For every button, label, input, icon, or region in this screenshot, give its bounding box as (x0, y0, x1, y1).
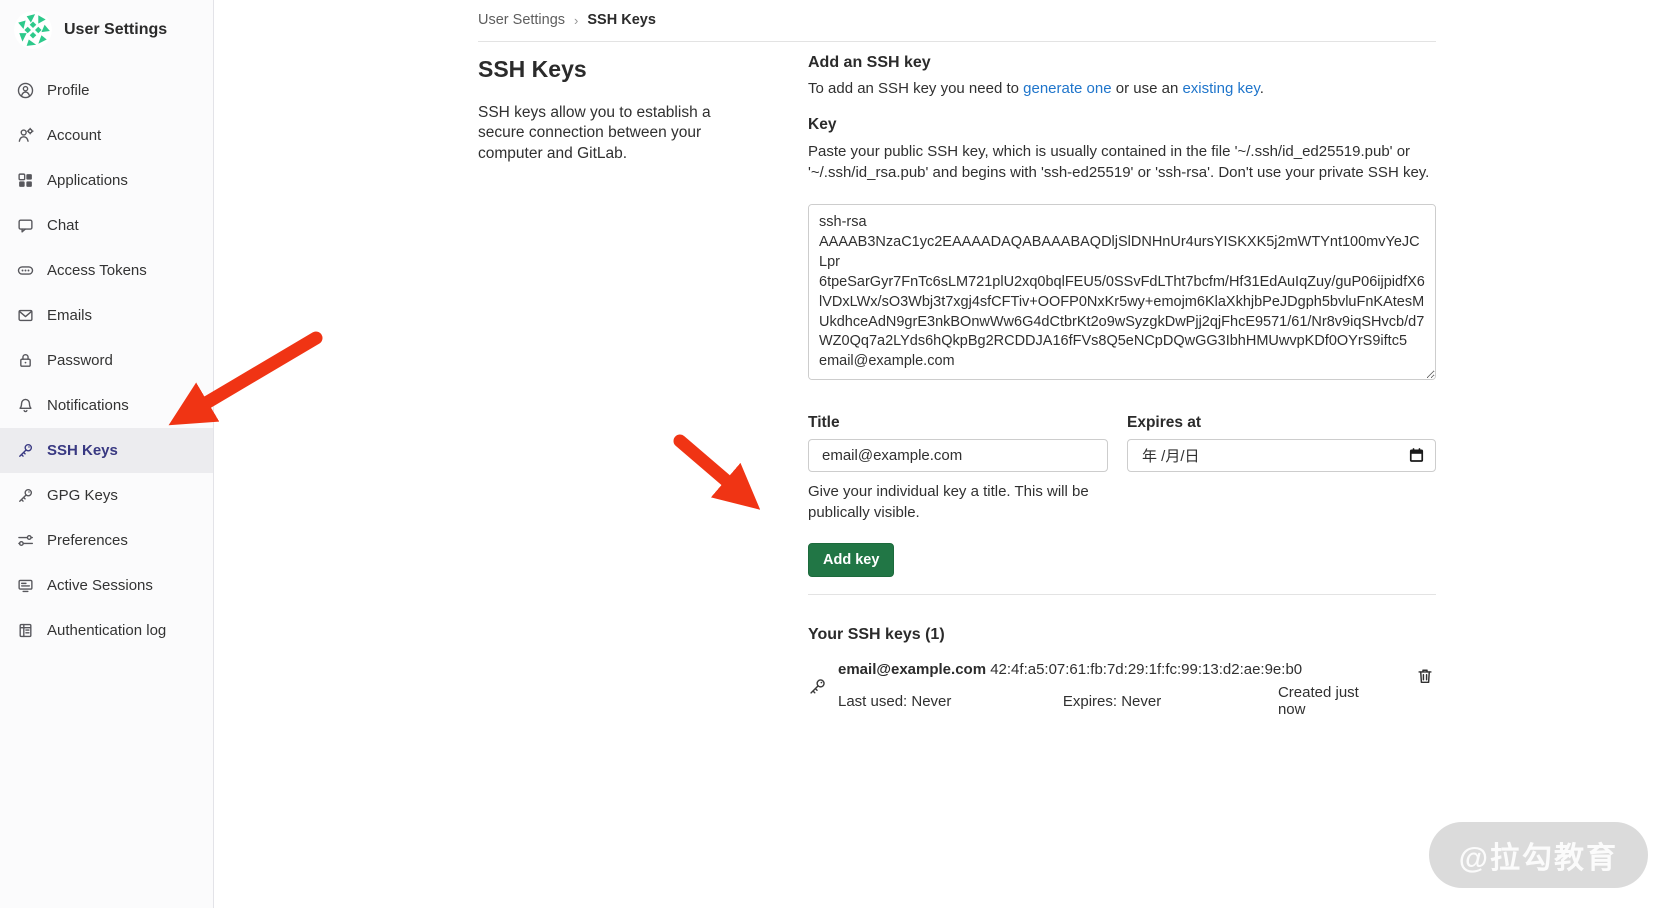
ssh-key-list-item: email@example.com 42:4f:a5:07:61:fb:7d:2… (808, 661, 1436, 718)
page-title: SSH Keys (478, 56, 768, 83)
page-description: SSH keys allow you to establish a secure… (478, 103, 740, 164)
key-title: email@example.com (838, 661, 986, 678)
key-created: Created just now (1278, 684, 1388, 718)
expires-date-input[interactable]: 年 /月/日 (1127, 439, 1436, 472)
sidebar-item-label: Account (47, 127, 101, 144)
sidebar-item-emails[interactable]: Emails (0, 293, 213, 338)
key-icon (808, 677, 827, 696)
main-area: User Settings › SSH Keys SSH Keys SSH ke… (214, 0, 1673, 908)
sidebar-item-label: Preferences (47, 532, 128, 549)
delete-key-button[interactable] (1414, 665, 1436, 687)
user-settings-page: User Settings Profile Account Applicatio… (0, 0, 1673, 908)
sidebar-item-active-sessions[interactable]: Active Sessions (0, 563, 213, 608)
bell-icon (16, 397, 34, 415)
ssh-key-form-column: Add an SSH key To add an SSH key you nee… (808, 54, 1436, 718)
sidebar-item-chat[interactable]: Chat (0, 203, 213, 248)
key-icon (16, 442, 34, 460)
breadcrumb-separator-icon: › (574, 13, 578, 28)
title-field-help: Give your individual key a title. This w… (808, 481, 1118, 523)
sidebar-item-account[interactable]: Account (0, 113, 213, 158)
sidebar-item-label: Active Sessions (47, 577, 153, 594)
user-avatar[interactable] (14, 11, 52, 49)
sidebar-nav: Profile Account Applications Chat Access… (0, 68, 213, 653)
sidebar-item-label: Notifications (47, 397, 129, 414)
chat-icon (16, 217, 34, 235)
account-icon (16, 127, 34, 145)
key-fingerprint: 42:4f:a5:07:61:fb:7d:29:1f:fc:99:13:d2:a… (990, 661, 1302, 678)
sidebar-header: User Settings (0, 0, 213, 60)
sidebar-item-password[interactable]: Password (0, 338, 213, 383)
sidebar-item-ssh-keys[interactable]: SSH Keys (0, 428, 213, 473)
sidebar-item-applications[interactable]: Applications (0, 158, 213, 203)
date-placeholder: 年 /月/日 (1142, 445, 1200, 466)
applications-icon (16, 172, 34, 190)
add-ssh-key-heading: Add an SSH key (808, 54, 1436, 72)
sidebar-item-access-tokens[interactable]: Access Tokens (0, 248, 213, 293)
your-ssh-keys-heading: Your SSH keys (1) (808, 626, 1436, 644)
ssh-key-textarea[interactable]: ssh-rsa AAAAB3NzaC1yc2EAAAADAQABAAABAQDl… (808, 204, 1436, 380)
key-expires: Expires: Never (1063, 693, 1278, 710)
section-divider (808, 594, 1436, 595)
generate-one-link[interactable]: generate one (1023, 80, 1111, 97)
sidebar-item-label: GPG Keys (47, 487, 118, 504)
breadcrumb: User Settings › SSH Keys (478, 0, 1436, 28)
key-title-row: email@example.com 42:4f:a5:07:61:fb:7d:2… (838, 661, 1388, 678)
key-title-input[interactable] (808, 439, 1108, 472)
settings-sidebar: User Settings Profile Account Applicatio… (0, 0, 214, 908)
expires-field-label: Expires at (1127, 414, 1436, 432)
sidebar-title: User Settings (64, 21, 167, 39)
sidebar-item-label: Applications (47, 172, 128, 189)
watermark-badge: @拉勾教育 (1429, 822, 1648, 888)
sidebar-item-label: Chat (47, 217, 79, 234)
intro-text: or use an (1112, 80, 1183, 97)
key-icon (16, 487, 34, 505)
sliders-icon (16, 532, 34, 550)
watermark-text: @拉勾教育 (1459, 833, 1618, 877)
sidebar-item-gpg-keys[interactable]: GPG Keys (0, 473, 213, 518)
monitor-icon (16, 577, 34, 595)
sidebar-item-label: Profile (47, 82, 90, 99)
add-key-button[interactable]: Add key (808, 543, 894, 577)
sidebar-item-profile[interactable]: Profile (0, 68, 213, 113)
sidebar-item-label: SSH Keys (47, 442, 118, 459)
sidebar-item-label: Access Tokens (47, 262, 147, 279)
existing-key-link[interactable]: existing key (1182, 80, 1259, 97)
sidebar-item-label: Password (47, 352, 113, 369)
sidebar-item-preferences[interactable]: Preferences (0, 518, 213, 563)
profile-icon (16, 82, 34, 100)
intro-text: To add an SSH key you need to (808, 80, 1023, 97)
sidebar-item-label: Emails (47, 307, 92, 324)
key-last-used: Last used: Never (838, 693, 1063, 710)
sidebar-item-authentication-log[interactable]: Authentication log (0, 608, 213, 653)
breadcrumb-parent[interactable]: User Settings (478, 12, 565, 28)
section-description-column: SSH Keys SSH keys allow you to establish… (478, 54, 768, 718)
key-meta-row: Last used: Never Expires: Never Created … (838, 684, 1388, 718)
title-field-label: Title (808, 414, 1108, 432)
breadcrumb-current: SSH Keys (587, 12, 656, 28)
lock-icon (16, 352, 34, 370)
emails-icon (16, 307, 34, 325)
key-field-label: Key (808, 116, 1436, 134)
access-tokens-icon (16, 262, 34, 280)
trash-icon (1416, 667, 1434, 685)
key-field-help: Paste your public SSH key, which is usua… (808, 141, 1436, 183)
log-icon (16, 622, 34, 640)
sidebar-item-label: Authentication log (47, 622, 166, 639)
add-ssh-key-intro: To add an SSH key you need to generate o… (808, 79, 1436, 99)
calendar-icon[interactable] (1408, 447, 1425, 464)
intro-text: . (1260, 80, 1264, 97)
sidebar-item-notifications[interactable]: Notifications (0, 383, 213, 428)
